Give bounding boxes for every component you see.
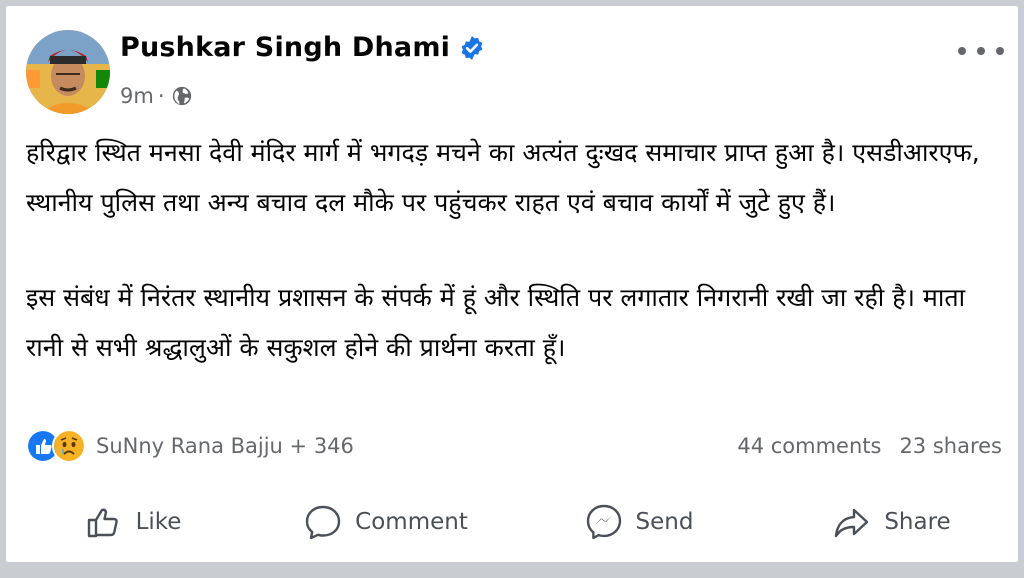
shares-count[interactable]: 23 shares — [899, 434, 1002, 458]
post-timestamp[interactable]: 9m — [120, 84, 154, 108]
avatar-photo — [26, 30, 110, 114]
more-dot — [958, 47, 966, 55]
action-bar: Like Comment Send Share — [6, 494, 1018, 550]
send-label: Send — [635, 509, 694, 535]
post-paragraph-1: हरिद्वार स्थित मनसा देवी मंदिर मार्ग में… — [26, 138, 980, 217]
more-options-icon[interactable] — [958, 36, 1004, 66]
engagement-counts: 44 comments 23 shares — [737, 434, 1002, 458]
comment-bubble-icon — [305, 505, 341, 540]
verified-badge-icon — [461, 35, 483, 60]
feed-divider — [0, 562, 1024, 578]
author-avatar[interactable] — [26, 30, 110, 114]
globe-icon — [172, 86, 191, 106]
send-button[interactable]: Send — [512, 502, 765, 542]
reaction-names[interactable]: SuNny Rana Bajju + 346 — [96, 434, 354, 458]
share-button[interactable]: Share — [765, 502, 1018, 542]
thumbs-up-icon — [87, 508, 118, 538]
more-dot — [996, 47, 1004, 55]
reactions-summary: SuNny Rana Bajju + 346 44 comments 23 sh… — [26, 426, 1002, 466]
author-name[interactable]: Pushkar Singh Dhami — [120, 32, 450, 63]
like-label: Like — [135, 509, 182, 535]
author-row: Pushkar Singh Dhami — [120, 32, 485, 63]
post-paragraph-2: इस संबंध में निरंतर स्थानीय प्रशासन के स… — [26, 283, 966, 362]
post-card: Pushkar Singh Dhami 9m · हरिद्वार स्थित … — [6, 6, 1018, 562]
comments-count[interactable]: 44 comments — [737, 434, 881, 458]
more-dot — [977, 47, 985, 55]
post-meta: 9m · — [120, 84, 193, 108]
reaction-icons[interactable] — [26, 429, 86, 463]
share-label: Share — [884, 509, 951, 535]
like-button[interactable]: Like — [6, 502, 259, 542]
share-arrow-icon — [835, 508, 869, 538]
sad-reaction-icon — [52, 429, 86, 463]
messenger-icon — [586, 504, 621, 540]
meta-separator: · — [157, 84, 165, 108]
comment-label: Comment — [355, 509, 468, 535]
comment-button[interactable]: Comment — [259, 502, 512, 542]
post-text: हरिद्वार स्थित मनसा देवी मंदिर मार्ग में… — [26, 128, 1006, 373]
